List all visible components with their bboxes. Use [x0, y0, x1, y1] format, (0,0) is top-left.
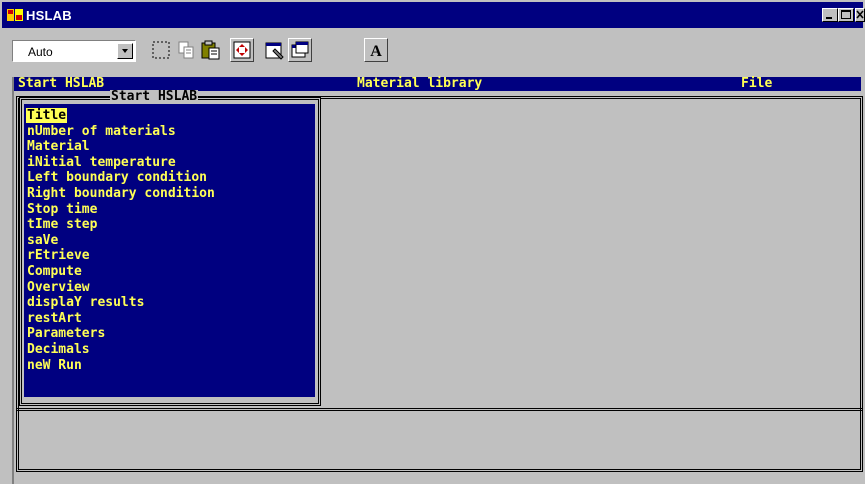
properties-icon	[265, 42, 284, 60]
menu-option-right-boundary[interactable]: Right boundary condition	[26, 186, 216, 202]
menu-option-number-of-materials[interactable]: nUmber of materials	[26, 124, 216, 140]
mark-button[interactable]	[149, 38, 173, 62]
title-bar[interactable]: HSLAB	[2, 2, 865, 28]
menu-item-start-hslab[interactable]: Start HSLAB	[18, 77, 104, 91]
frame-divider	[16, 408, 863, 411]
menu-option-time-step[interactable]: tIme step	[26, 217, 216, 233]
paste-button[interactable]	[199, 38, 223, 62]
menu-option-material[interactable]: Material	[26, 139, 216, 155]
chevron-down-icon	[122, 49, 128, 53]
font-button[interactable]: A	[364, 38, 388, 62]
menu-option-left-boundary[interactable]: Left boundary condition	[26, 170, 216, 186]
copy-button[interactable]	[174, 38, 198, 62]
toolbar: Auto A	[2, 28, 863, 68]
menu-option-display-results[interactable]: displaY results	[26, 295, 216, 311]
menu-option-retrieve[interactable]: rEtrieve	[26, 248, 216, 264]
dropdown-button[interactable]	[117, 43, 133, 59]
start-menu-list: Title nUmber of materials Material iNiti…	[26, 108, 216, 373]
hslab-app-icon[interactable]	[6, 7, 24, 23]
panel-title: Start HSLAB	[110, 89, 199, 104]
menu-option-parameters[interactable]: Parameters	[26, 326, 216, 342]
close-icon	[856, 10, 864, 19]
close-button[interactable]	[855, 8, 865, 22]
properties-button[interactable]	[263, 38, 287, 62]
window-title: HSLAB	[26, 8, 72, 23]
minimize-icon	[826, 17, 832, 19]
minimize-button[interactable]	[822, 8, 838, 22]
copy-icon	[178, 41, 194, 59]
menu-option-decimals[interactable]: Decimals	[26, 342, 216, 358]
fullscreen-button[interactable]	[230, 38, 254, 62]
font-icon: A	[370, 43, 382, 60]
menu-item-file[interactable]: File	[741, 77, 772, 91]
paste-icon	[201, 40, 220, 60]
svg-text:A: A	[370, 43, 382, 60]
menu-option-save[interactable]: saVe	[26, 233, 216, 249]
menu-option-stop-time[interactable]: Stop time	[26, 202, 216, 218]
maximize-icon	[841, 10, 851, 19]
menu-option-compute[interactable]: Compute	[26, 264, 216, 280]
font-size-value: Auto	[28, 45, 53, 59]
maximize-button[interactable]	[838, 8, 854, 22]
background-button[interactable]	[288, 38, 312, 62]
console-window: HSLAB Auto A Start HSLAB Material librar…	[0, 0, 865, 484]
menu-option-new-run[interactable]: neW Run	[26, 358, 216, 374]
menu-option-overview[interactable]: Overview	[26, 280, 216, 296]
font-size-select[interactable]: Auto	[12, 40, 136, 62]
mark-icon	[152, 41, 170, 59]
menu-option-title[interactable]: Title	[26, 108, 216, 124]
background-icon	[291, 41, 309, 58]
fullscreen-icon	[233, 41, 251, 59]
menu-option-restart[interactable]: restArt	[26, 311, 216, 327]
menu-item-material-library[interactable]: Material library	[357, 77, 482, 91]
menu-option-initial-temperature[interactable]: iNitial temperature	[26, 155, 216, 171]
